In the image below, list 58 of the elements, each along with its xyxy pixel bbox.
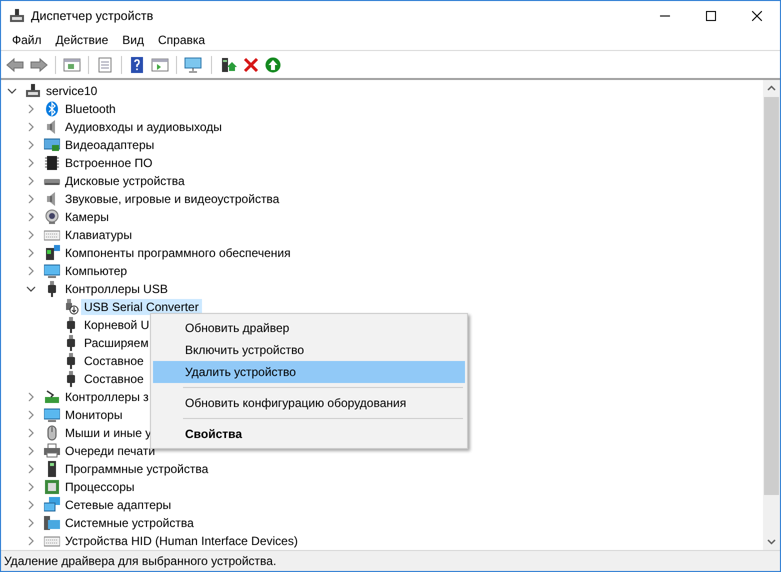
chip-icon [44,155,60,171]
tree-item[interactable]: Сетевые адаптеры [62,497,174,513]
tree-item[interactable]: Клавиатуры [62,227,135,243]
window-title: Диспетчер устройств [31,8,154,22]
monitor-icon [44,407,60,423]
tree-item[interactable]: Составное [81,371,147,387]
tree-item[interactable]: Дисковые устройства [62,173,188,189]
tree-item[interactable]: Мониторы [62,407,126,423]
monitor-icon [44,263,60,279]
chevron-icon[interactable] [7,86,17,96]
computer-icon [25,83,41,99]
camera-icon [44,209,60,225]
tree-item[interactable]: Встроенное ПО [62,155,156,171]
tree-item[interactable]: Устройства HID (Human Interface Devices) [62,533,301,549]
context-menu-item[interactable]: Обновить драйвер [153,317,465,339]
tree-item[interactable]: Компьютер [62,263,130,279]
enable-icon[interactable] [263,54,283,74]
chevron-icon[interactable] [26,284,36,294]
menu-item[interactable]: Справка [151,33,212,47]
tree-item[interactable]: Видеоадаптеры [62,137,158,153]
menu-item[interactable]: Действие [48,33,116,47]
close-icon[interactable] [752,10,762,20]
tree-item[interactable]: Компоненты программного обеспечения [62,245,294,261]
context-menu-item[interactable]: Обновить конфигурацию оборудования [153,392,465,414]
network-icon [44,497,60,513]
tree-item[interactable]: Звуковые, игровые и видеоустройства [62,191,282,207]
tree-item[interactable]: Очереди печати [62,443,158,459]
context-menu-item[interactable]: Свойства [153,423,465,445]
controller-icon [44,389,60,405]
scrollbar[interactable] [763,80,780,550]
tree-item[interactable]: Контроллеры з [62,389,152,405]
tree-item[interactable]: Составное [81,353,147,369]
system-icon [44,515,60,531]
tree-item[interactable]: Процессоры [62,479,138,495]
menu-item[interactable]: Вид [115,33,151,47]
tree-item[interactable]: Bluetooth [62,101,119,117]
tree-item[interactable]: Контроллеры USB [62,281,171,297]
tree-item[interactable]: Камеры [62,209,112,225]
card-icon [44,137,60,153]
context-menu-item[interactable]: Удалить устройство [153,361,465,383]
menu-item[interactable]: Файл [5,33,49,47]
bluetooth-icon [44,101,60,117]
status-bar: Удаление драйвера для выбранного устройства. [1,550,780,571]
scroll-thumb[interactable] [764,97,779,495]
maximize-icon[interactable] [706,10,716,20]
tree-item[interactable]: USB Serial Converter [81,299,202,315]
cpu-icon [44,479,60,495]
tree-item[interactable]: Расширяем [81,335,152,351]
software-icon [44,245,60,261]
tree-item[interactable]: Корневой U [81,317,152,333]
tree-item[interactable]: service10 [43,83,100,99]
app-icon [9,8,25,24]
usbdev-icon [63,299,79,315]
tree-item[interactable]: Программные устройства [62,461,212,477]
tree-item[interactable]: Системные устройства [62,515,197,531]
printer-icon [44,443,60,459]
tree-item[interactable]: Аудиовходы и аудиовыходы [62,119,225,135]
context-menu-item[interactable]: Включить устройство [153,339,465,361]
